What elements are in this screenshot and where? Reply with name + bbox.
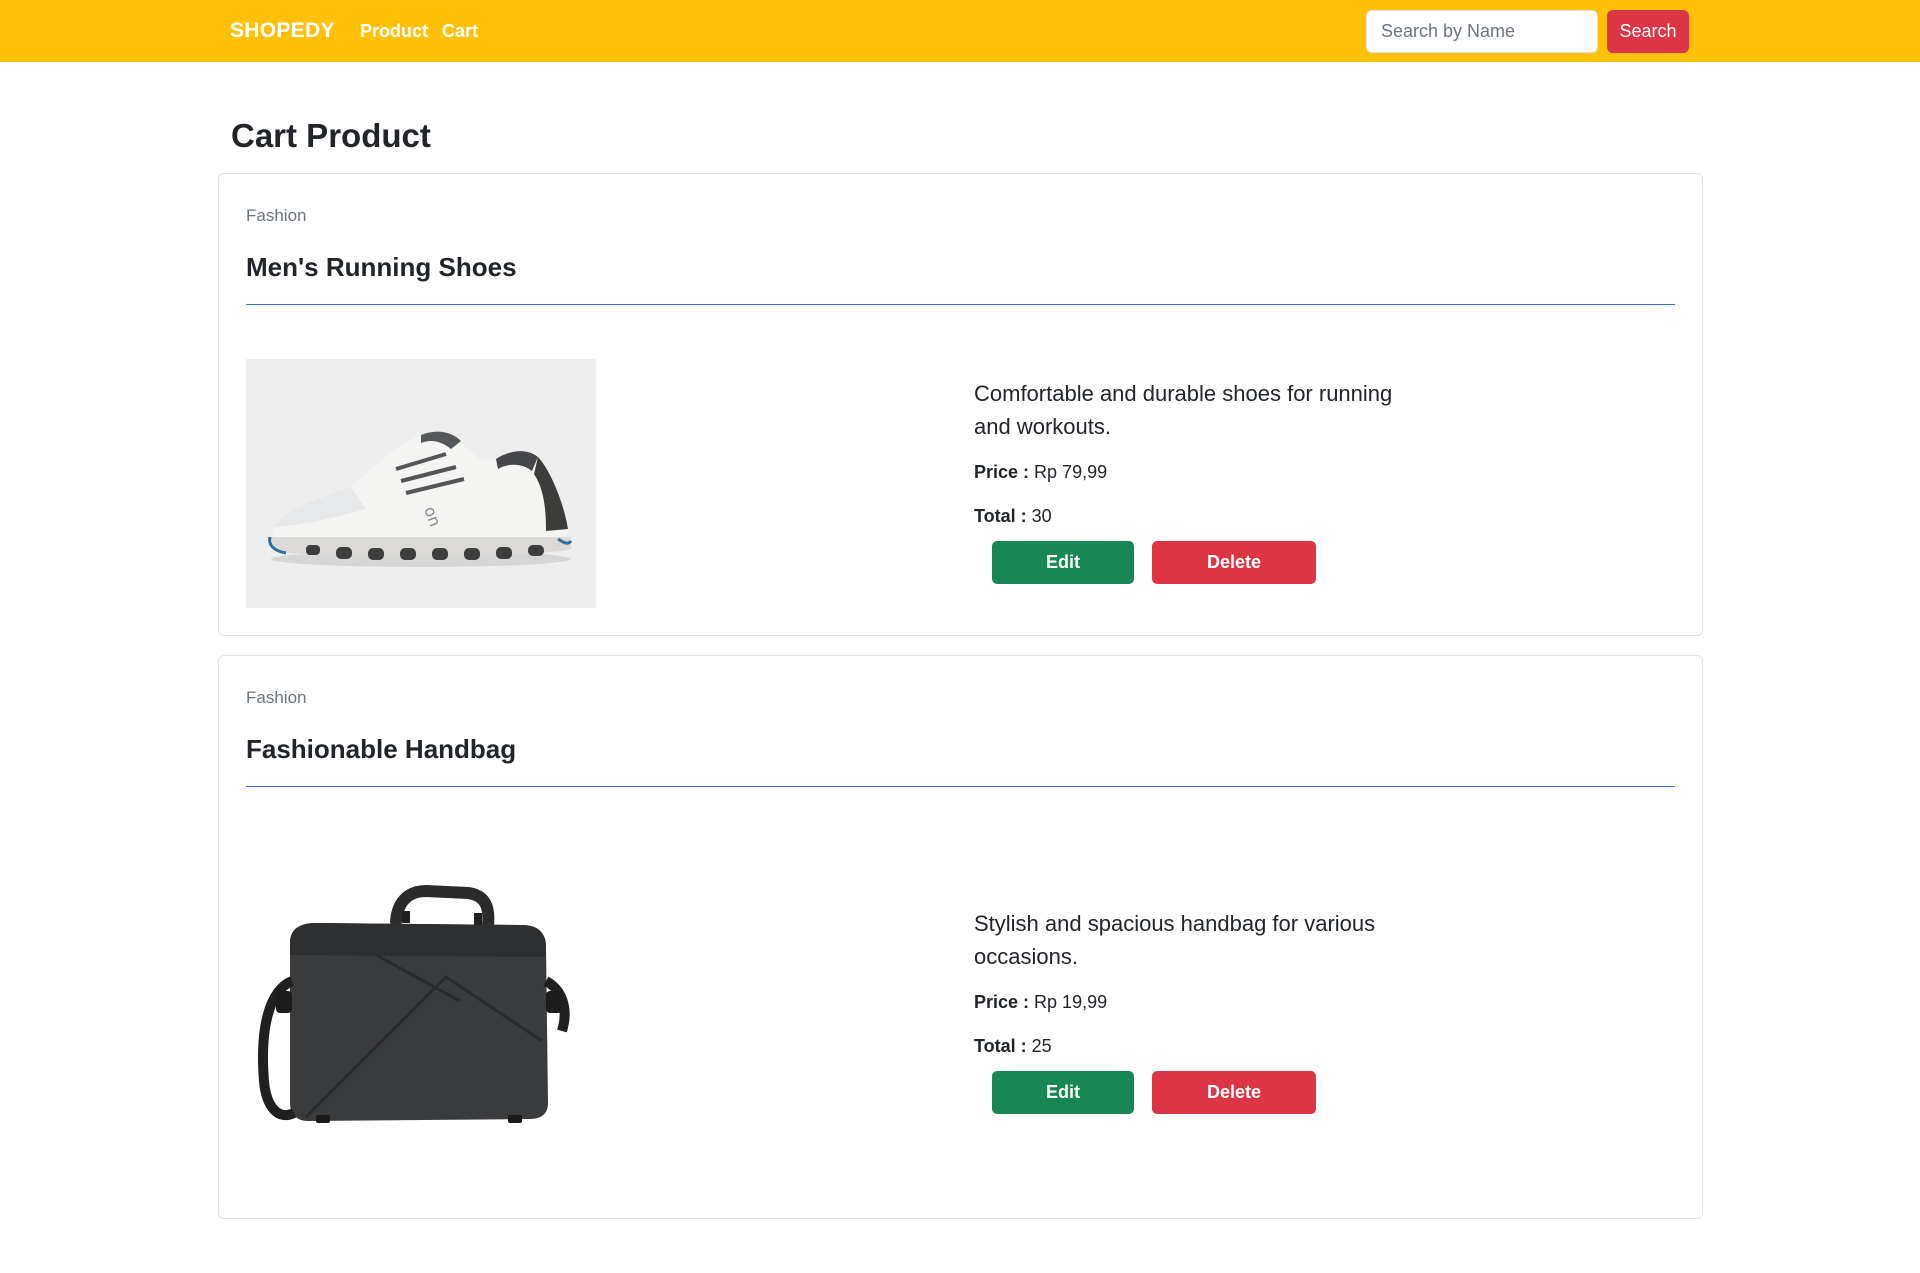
divider [246, 304, 1675, 305]
total-value: 30 [1031, 506, 1052, 526]
product-info: Comfortable and durable shoes for runnin… [974, 377, 1434, 584]
edit-button[interactable]: Edit [992, 1071, 1134, 1114]
nav-link-cart[interactable]: Cart [442, 21, 478, 42]
divider [246, 786, 1675, 787]
cart-item-card: Fashion Fashionable Handbag Stylish and … [218, 655, 1703, 1219]
product-category: Fashion [246, 206, 307, 225]
product-description: Stylish and spacious handbag for various… [974, 911, 1376, 969]
product-total: Total : 25 [974, 1031, 1434, 1061]
running-shoe-icon: on [246, 359, 596, 608]
search-input[interactable] [1366, 10, 1598, 53]
product-description: Comfortable and durable shoes for runnin… [974, 381, 1393, 439]
price-value: Rp 19,99 [1034, 992, 1108, 1012]
price-label: Price : [974, 462, 1030, 482]
product-info: Stylish and spacious handbag for various… [974, 907, 1434, 1114]
product-name: Fashionable Handbag [246, 734, 517, 764]
product-total: Total : 30 [974, 501, 1434, 531]
nav-link-product[interactable]: Product [360, 21, 428, 42]
action-buttons: Edit Delete [992, 541, 1452, 584]
product-price: Price : Rp 19,99 [974, 987, 1434, 1017]
cart-item-card: Fashion Men's Running Shoes on Comfortab… [218, 173, 1703, 636]
product-name: Men's Running Shoes [246, 252, 517, 282]
product-image-running-shoe: on [246, 359, 596, 608]
delete-button[interactable]: Delete [1152, 541, 1316, 584]
product-price: Price : Rp 79,99 [974, 457, 1434, 487]
top-navbar: SHOPEDY Product Cart Search [0, 0, 1920, 62]
total-label: Total : [974, 506, 1027, 526]
product-image-laptop-handbag [246, 881, 596, 1130]
total-value: 25 [1031, 1036, 1052, 1056]
price-label: Price : [974, 992, 1030, 1012]
search-button[interactable]: Search [1607, 10, 1689, 53]
delete-button[interactable]: Delete [1152, 1071, 1316, 1114]
edit-button[interactable]: Edit [992, 541, 1134, 584]
price-value: Rp 79,99 [1034, 462, 1108, 482]
action-buttons: Edit Delete [992, 1071, 1452, 1114]
page-title: Cart Product [231, 117, 431, 154]
total-label: Total : [974, 1036, 1027, 1056]
brand-logo[interactable]: SHOPEDY [230, 19, 335, 43]
handbag-icon [246, 881, 596, 1130]
product-category: Fashion [246, 688, 307, 707]
